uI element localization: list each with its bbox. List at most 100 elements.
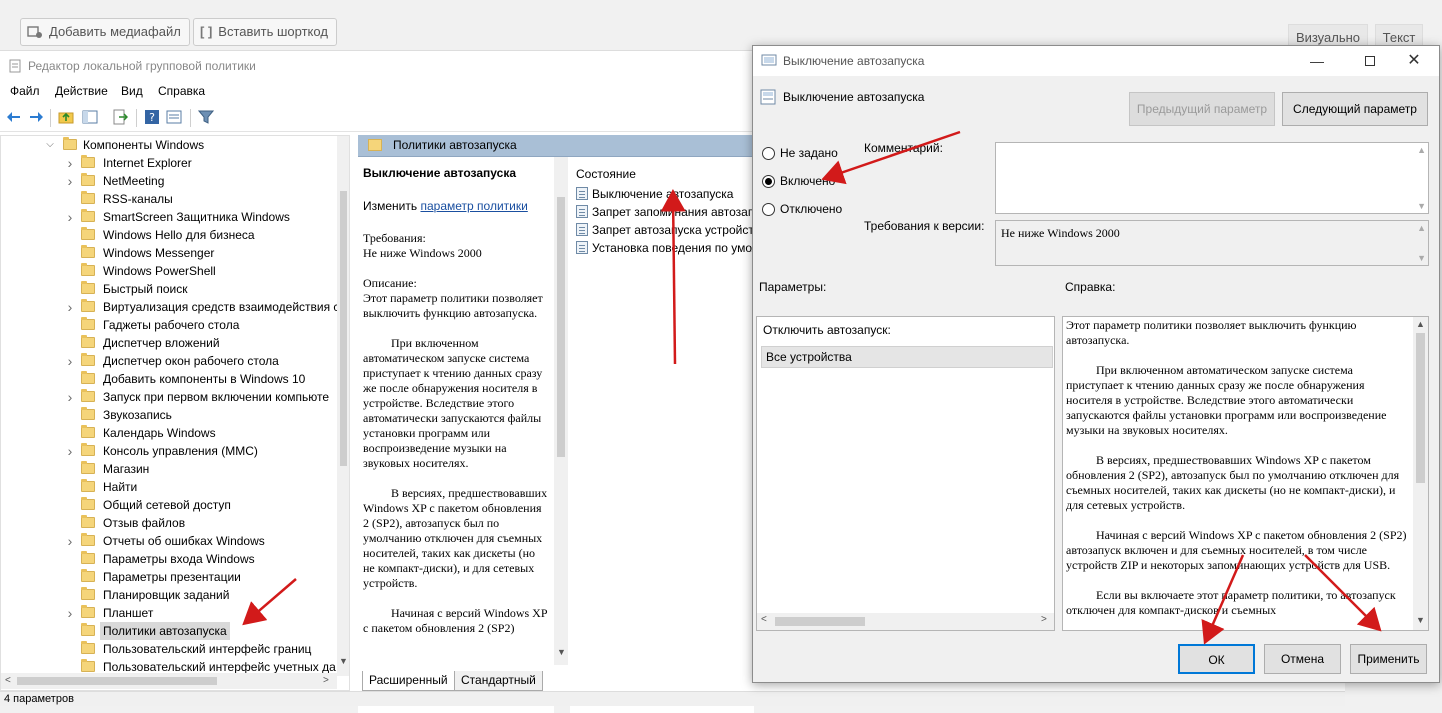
policy-setting-icon <box>576 187 588 200</box>
description-p4: Начиная с версий Windows XP с пакетом об… <box>363 606 548 635</box>
chevron-down-icon[interactable]: ⌵ <box>45 136 55 154</box>
menu-action[interactable]: Действие <box>55 84 108 98</box>
scroll-down-icon[interactable]: ▼ <box>557 647 566 657</box>
help-text-viewport: Этот параметр политики позволяет выключи… <box>1063 316 1413 629</box>
supported-on-label: Требования к версии: <box>864 219 985 233</box>
properties-icon[interactable] <box>166 109 182 125</box>
scroll-down-icon[interactable]: ▼ <box>339 656 348 666</box>
folder-icon <box>81 209 95 222</box>
maximize-icon[interactable] <box>1357 48 1383 74</box>
chevron-right-icon[interactable]: › <box>65 388 75 406</box>
show-hide-tree-icon[interactable] <box>82 109 98 125</box>
tree-node-label: Быстрый поиск <box>103 282 188 296</box>
tree-node-label: Политики автозапуска <box>100 622 230 640</box>
folder-icon <box>81 587 95 600</box>
folder-icon <box>81 623 95 636</box>
tree-node-label: Консоль управления (MMC) <box>103 444 258 458</box>
filter-icon[interactable] <box>198 109 214 125</box>
folder-icon <box>81 353 95 366</box>
edit-policy-line: Изменить параметр политики <box>358 181 554 214</box>
tree-horizontal-scrollbar[interactable]: < > <box>1 673 337 689</box>
chevron-right-icon[interactable]: › <box>65 298 75 316</box>
tab-extended[interactable]: Расширенный <box>362 671 455 691</box>
folder-icon <box>81 497 95 510</box>
list-item[interactable]: Установка поведения по умолчанию <box>576 239 754 257</box>
previous-setting-button[interactable]: Предыдущий параметр <box>1129 92 1275 126</box>
column-header-state[interactable]: Состояние <box>576 167 636 181</box>
radio-not-configured[interactable] <box>762 147 775 160</box>
folder-icon <box>81 533 95 546</box>
chevron-right-icon[interactable]: › <box>65 154 75 172</box>
tab-standard[interactable]: Стандартный <box>454 671 543 691</box>
tree-vertical-scrollbar[interactable]: ▼ <box>337 136 349 676</box>
edit-policy-link[interactable]: параметр политики <box>420 199 527 213</box>
description-p3: В версиях, предшествовавших Windows XP с… <box>363 486 548 590</box>
scrollbar-thumb[interactable] <box>340 191 347 466</box>
list-item-label: Выключение автозапуска <box>592 187 734 201</box>
options-pane: Отключить автозапуск: Все устройства < > <box>756 316 1055 631</box>
menu-view[interactable]: Вид <box>121 84 143 98</box>
dialog-app-icon <box>761 54 777 66</box>
ok-button[interactable]: ОК <box>1178 644 1255 674</box>
menu-help[interactable]: Справка <box>158 84 205 98</box>
chevron-right-icon[interactable]: › <box>65 532 75 550</box>
scrollbar-thumb[interactable] <box>557 197 565 457</box>
folder-icon <box>81 281 95 294</box>
cancel-button[interactable]: Отмена <box>1264 644 1341 674</box>
help-vertical-scrollbar[interactable]: ▲ ▼ <box>1413 317 1428 630</box>
option-autoplay-select[interactable]: Все устройства <box>761 346 1053 368</box>
folder-icon <box>81 461 95 474</box>
chevron-right-icon[interactable]: › <box>65 442 75 460</box>
scroll-down-icon[interactable]: ▼ <box>1416 615 1425 625</box>
policy-desc-title: Выключение автозапуска <box>363 166 516 180</box>
scroll-right-icon[interactable]: > <box>1041 614 1047 625</box>
radio-not-configured-label[interactable]: Не задано <box>780 146 838 160</box>
scroll-right-icon[interactable]: > <box>323 675 329 686</box>
up-folder-icon[interactable] <box>58 109 74 125</box>
list-item[interactable]: Запрет автозапуска устройств <box>576 221 754 239</box>
insert-shortcode-button[interactable]: [ ] Вставить шорткод <box>193 18 337 46</box>
scroll-left-icon[interactable]: < <box>5 675 11 686</box>
scrollbar-thumb[interactable] <box>775 617 865 626</box>
scroll-left-icon[interactable]: < <box>761 614 767 625</box>
scroll-up-icon[interactable]: ▲ <box>1417 145 1426 155</box>
help-icon[interactable]: ? <box>144 109 160 125</box>
policy-setting-icon <box>576 223 588 236</box>
tree-node-label: Windows Hello для бизнеса <box>103 228 255 242</box>
chevron-right-icon[interactable]: › <box>65 604 75 622</box>
list-item-label: Запрет автозапуска устройств <box>592 223 754 237</box>
desc-vertical-scrollbar[interactable]: ▼ <box>554 157 568 665</box>
minimize-icon[interactable]: — <box>1304 48 1330 74</box>
scroll-down-icon[interactable]: ▼ <box>1417 253 1426 263</box>
tree-node-label: Календарь Windows <box>103 426 216 440</box>
list-item[interactable]: Выключение автозапуска <box>576 185 754 203</box>
requirements-label: Требования: <box>363 231 426 245</box>
scrollbar-thumb[interactable] <box>17 677 217 685</box>
folder-icon <box>81 173 95 186</box>
chevron-right-icon[interactable]: › <box>65 352 75 370</box>
comment-field[interactable]: ▲ ▼ <box>995 142 1429 214</box>
chevron-right-icon[interactable]: › <box>65 208 75 226</box>
policy-name: Выключение автозапуска <box>783 90 925 104</box>
list-item[interactable]: Запрет запоминания автозапуска <box>576 203 754 221</box>
radio-disabled[interactable] <box>762 203 775 216</box>
forward-arrow-icon[interactable] <box>28 109 44 125</box>
radio-disabled-label[interactable]: Отключено <box>780 202 842 216</box>
chevron-right-icon[interactable]: › <box>65 172 75 190</box>
scroll-down-icon[interactable]: ▼ <box>1417 201 1426 211</box>
export-list-icon[interactable] <box>112 109 128 125</box>
apply-button[interactable]: Применить <box>1350 644 1427 674</box>
policy-description-pane: Выключение автозапуска Изменить параметр… <box>358 157 554 713</box>
back-arrow-icon[interactable] <box>6 109 22 125</box>
menu-file[interactable]: Файл <box>10 84 40 98</box>
next-setting-button[interactable]: Следующий параметр <box>1282 92 1428 126</box>
close-icon[interactable]: ✕ <box>1401 48 1427 74</box>
scroll-up-icon[interactable]: ▲ <box>1417 223 1426 233</box>
tree-node-label: Компоненты Windows <box>83 138 205 152</box>
scroll-up-icon[interactable]: ▲ <box>1416 319 1425 329</box>
options-horizontal-scrollbar[interactable]: < > <box>757 613 1054 630</box>
radio-enabled[interactable] <box>762 175 775 188</box>
scrollbar-thumb[interactable] <box>1416 333 1425 483</box>
radio-enabled-label[interactable]: Включено <box>780 174 835 188</box>
add-media-button[interactable]: Добавить медиафайл <box>20 18 190 46</box>
